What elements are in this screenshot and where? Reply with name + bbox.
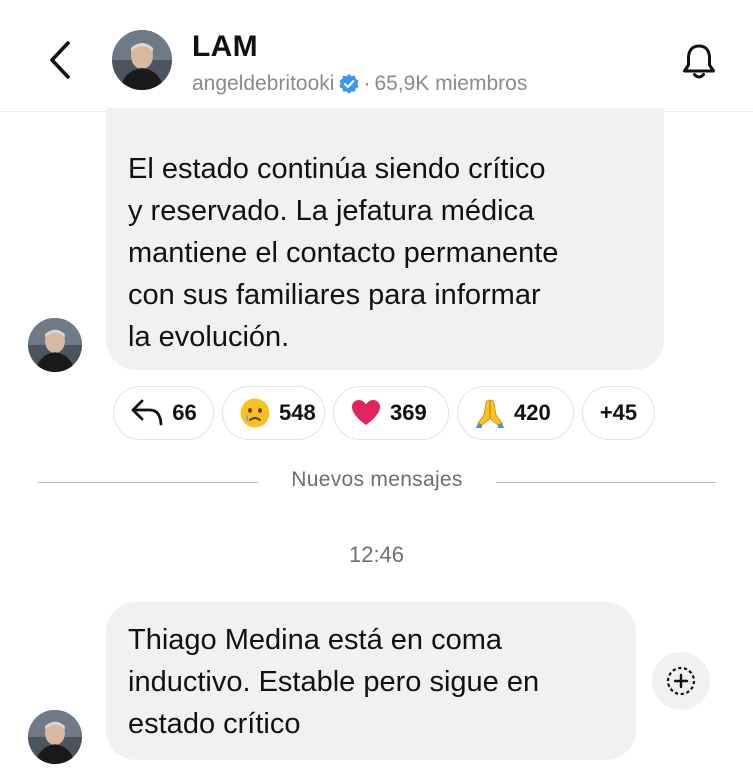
reply-arrow-icon <box>131 399 163 426</box>
reaction-count: 548 <box>279 400 316 425</box>
channel-header: LAM angeldebritooki · 65,9K miembros <box>0 0 753 112</box>
reply-count: 66 <box>172 400 197 425</box>
sender-avatar[interactable] <box>28 710 82 764</box>
divider-label: Nuevos mensajes <box>291 468 463 491</box>
channel-avatar[interactable] <box>112 30 172 90</box>
reply-count-button[interactable]: 66 <box>113 386 214 440</box>
channel-subtitle: angeldebritooki · 65,9K miembros <box>192 72 527 96</box>
back-button[interactable] <box>40 38 80 82</box>
add-reaction-icon <box>666 666 696 696</box>
channel-title[interactable]: LAM <box>192 30 258 64</box>
reaction-count: 420 <box>514 400 551 425</box>
crying-face-icon <box>239 397 271 429</box>
avatar-image <box>112 30 172 90</box>
message-text: Thiago Medina está en coma inductivo. Es… <box>128 624 540 740</box>
message-bubble[interactable]: El estado continúa siendo crítico y rese… <box>106 108 664 370</box>
sender-avatar[interactable] <box>28 318 82 372</box>
more-reactions-count: +45 <box>599 400 638 425</box>
divider-line <box>496 482 716 483</box>
channel-username: angeldebritooki <box>192 72 335 95</box>
avatar-image <box>28 710 82 764</box>
more-reactions-button[interactable]: +45 <box>582 386 655 440</box>
subtitle-separator: · <box>363 72 371 95</box>
reaction-chip-pray[interactable]: 420 <box>457 386 574 440</box>
reaction-bar: 66 548 369 420 +45 <box>113 386 655 440</box>
reaction-chip-crying[interactable]: 548 <box>222 386 325 440</box>
folded-hands-icon <box>474 397 506 429</box>
reaction-chip-heart[interactable]: 369 <box>333 386 449 440</box>
bell-icon <box>683 44 715 79</box>
message-text: El estado continúa siendo crítico y rese… <box>128 153 559 353</box>
notifications-button[interactable] <box>678 40 720 84</box>
red-heart-icon <box>350 397 382 429</box>
new-messages-divider: Nuevos mensajes <box>38 468 716 496</box>
add-reaction-button[interactable] <box>652 652 710 710</box>
chat-screen: LAM angeldebritooki · 65,9K miembros El … <box>0 0 753 772</box>
avatar-image <box>28 318 82 372</box>
reaction-count: 369 <box>390 400 427 425</box>
chevron-left-icon <box>50 41 70 79</box>
message-bubble[interactable]: Thiago Medina está en coma inductivo. Es… <box>106 602 636 760</box>
member-count: 65,9K miembros <box>374 72 528 95</box>
verified-badge-icon <box>338 73 360 95</box>
message-timestamp: 12:46 <box>348 542 405 567</box>
